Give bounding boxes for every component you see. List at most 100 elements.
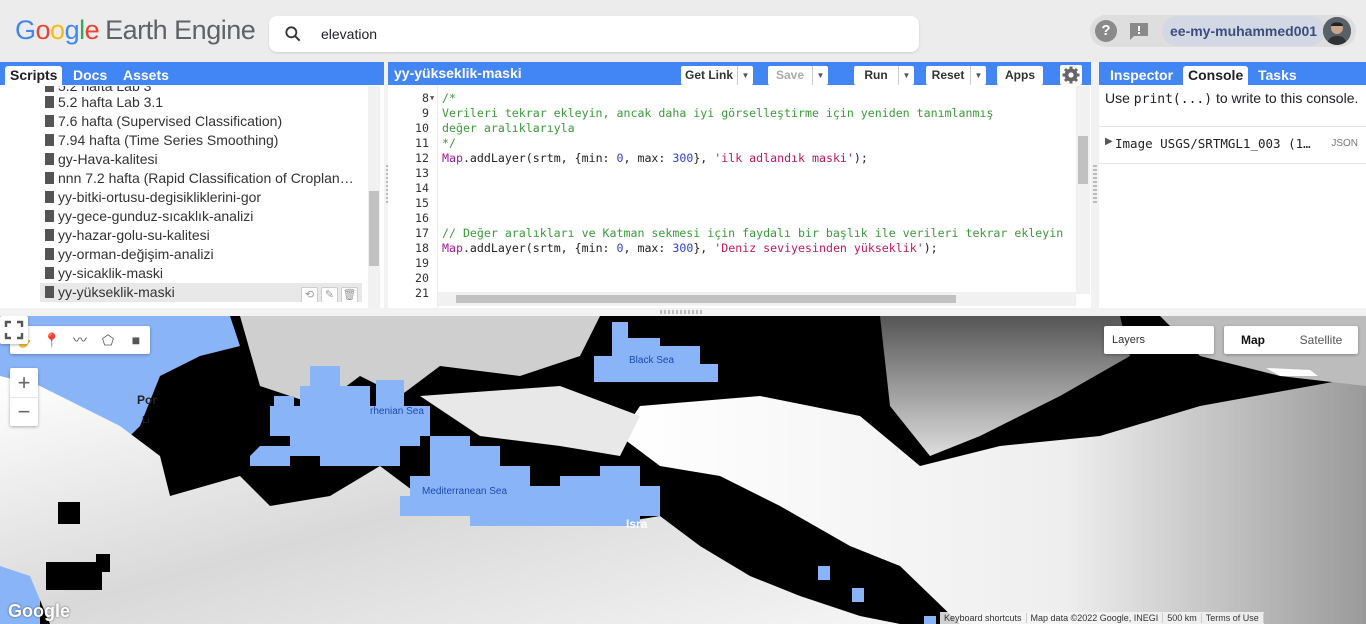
line-number: 17 [415,226,429,240]
drag-handle-icon [660,310,704,314]
chevron-down-icon[interactable]: ▼ [898,66,914,85]
reset-button[interactable]: Reset ▼ [926,66,986,85]
map-splitter[interactable] [0,308,1366,316]
file-icon [45,229,54,241]
code-line: Verileri tekrar ekleyin, ancak daha iyi … [442,106,994,120]
map-view[interactable]: Black Sea rhenian Sea Mediterranean Sea … [0,316,1366,624]
scrollbar-thumb[interactable] [369,191,379,266]
line-tool-icon[interactable]: 〰 [70,330,90,350]
rectangle-tool-icon[interactable]: ■ [126,330,146,350]
map-attribution: Keyboard shortcuts Map data ©2022 Google,… [940,612,1264,624]
script-item[interactable]: 5.2 hafta Lab 3.1 [40,93,362,112]
earth-engine-code-editor: GoogleEarth Engine ? ee-my-muhammed001 S… [0,0,1366,624]
script-actions: ⟲ ✎ 🗑 [298,284,358,302]
line-number: 12 [415,151,429,165]
script-item[interactable]: nnn 7.2 hafta (Rapid Classification of C… [40,169,362,188]
script-list: 5.2 hafta Lab 3 5.2 hafta Lab 3.1 7.6 ha… [0,86,368,304]
editor-horizontal-scrollbar[interactable] [438,292,1076,306]
line-number: 20 [415,271,429,285]
apps-button[interactable]: Apps [997,66,1043,85]
editor-vertical-scrollbar[interactable] [1076,86,1090,294]
terms-of-use-link[interactable]: Terms of Use [1201,613,1264,623]
google-wordmark: Google [15,15,100,45]
file-icon [45,86,54,92]
script-item[interactable]: yy-orman-değişim-analizi [40,245,362,264]
left-panel: Scripts Docs Assets 5.2 hafta Lab 3 5.2 … [0,62,384,308]
search-input[interactable] [321,23,881,45]
script-item[interactable]: yy-sicaklik-maski [40,264,362,283]
script-list-scrollbar[interactable] [368,86,380,308]
map-label-mediterranean-sea: Mediterranean Sea [422,486,508,497]
scrollbar-thumb[interactable] [456,295,956,303]
top-header: GoogleEarth Engine ? ee-my-muhammed001 [0,0,1366,62]
run-button[interactable]: Run ▼ [854,66,914,85]
file-icon [45,134,54,146]
delete-icon[interactable]: 🗑 [341,287,358,302]
script-item-selected[interactable]: yy-yükseklik-maski ⟲ ✎ 🗑 [40,283,362,302]
right-splitter[interactable] [1091,62,1099,308]
map-label-tyrrhenian-sea: rhenian Sea [370,406,424,417]
chevron-down-icon[interactable]: ▼ [737,66,753,85]
file-icon [45,96,54,108]
code-line: değer aralıklarıyla [442,121,575,135]
script-title: yy-yükseklik-maski [394,65,522,81]
script-item[interactable]: 7.94 hafta (Time Series Smoothing) [40,131,362,150]
user-account-button[interactable]: ee-my-muhammed001 [1162,16,1326,46]
script-item[interactable]: yy-hazar-golu-su-kalitesi [40,226,362,245]
avatar[interactable] [1323,17,1351,45]
marker-icon[interactable]: 📍 [42,330,62,350]
tab-scripts[interactable]: Scripts [5,66,63,85]
line-number: 19 [415,256,429,270]
layers-button[interactable]: Layers [1104,326,1214,354]
rename-icon[interactable]: ✎ [321,287,338,302]
get-link-button[interactable]: Get Link ▼ [681,66,753,85]
chevron-down-icon[interactable]: ▼ [812,66,828,85]
product-name: Earth Engine [105,15,256,45]
script-item[interactable]: yy-gece-gunduz-sıcaklık-analizi [40,207,362,226]
feedback-icon[interactable] [1128,21,1150,41]
scrollbar-thumb[interactable] [1078,136,1088,184]
polygon-tool-icon[interactable]: ⬠ [98,330,118,350]
code-area[interactable]: 8 9 10 11 12 13 14 15 16 17 18 19 20 21 … [388,86,1091,308]
file-icon [45,115,54,127]
google-map-logo: Google [8,601,70,621]
script-item[interactable]: gy-Hava-kalitesi [40,150,362,169]
code-line: // Değer aralıkları ve Katman sekmesi iç… [442,226,1064,240]
line-number: 16 [415,211,429,225]
scale-bar[interactable]: 500 km [1163,613,1202,623]
script-item[interactable]: yy-bitki-ortusu-degisikliklerini-gor [40,188,362,207]
map-type-satellite[interactable]: Satellite [1284,326,1358,354]
fold-arrow-icon[interactable]: ▼ [430,94,434,102]
history-icon[interactable]: ⟲ [301,287,318,302]
code-line: Map.addLayer(srtm, {min: 0, max: 300}, '… [442,151,868,165]
file-icon [45,210,54,222]
earth-engine-logo[interactable]: Google Earth Engine [15,15,256,46]
console-item-text: Image USGS/SRTMGL1_003 (1… [1115,136,1311,151]
line-number: 18 [415,241,429,255]
keyboard-shortcuts-link[interactable]: Keyboard shortcuts [940,613,1027,623]
line-number: 10 [415,121,429,135]
map-label-black-sea: Black Sea [629,355,675,366]
tab-docs[interactable]: Docs [68,66,112,85]
map-type-map[interactable]: Map [1224,326,1282,354]
tab-tasks[interactable]: Tasks [1253,66,1302,85]
tab-inspector[interactable]: Inspector [1105,66,1178,85]
save-button[interactable]: Save ▼ [768,66,828,85]
gear-icon[interactable] [1060,65,1082,85]
zoom-out-button[interactable]: − [10,397,38,425]
editor-toolbar: yy-yükseklik-maski Get Link ▼ Save ▼ Run ▼ … [388,62,1091,85]
console-output-item[interactable]: ▶ Image USGS/SRTMGL1_003 (1… JSON [1099,126,1366,164]
json-badge[interactable]: JSON [1331,138,1358,149]
zoom-in-button[interactable]: + [10,369,38,397]
script-item[interactable]: 7.6 hafta (Supervised Classification) [40,112,362,131]
chevron-down-icon[interactable]: ▼ [970,66,986,85]
search-bar[interactable] [269,16,919,52]
line-number: 11 [415,136,429,150]
map-label-israel: Isra [626,517,648,531]
help-icon[interactable]: ? [1095,20,1117,42]
tab-console[interactable]: Console [1183,66,1249,85]
expand-arrow-icon[interactable]: ▶ [1105,136,1113,147]
tab-assets[interactable]: Assets [118,66,174,85]
line-number: 8 [422,91,429,105]
fullscreen-icon[interactable] [0,316,28,344]
